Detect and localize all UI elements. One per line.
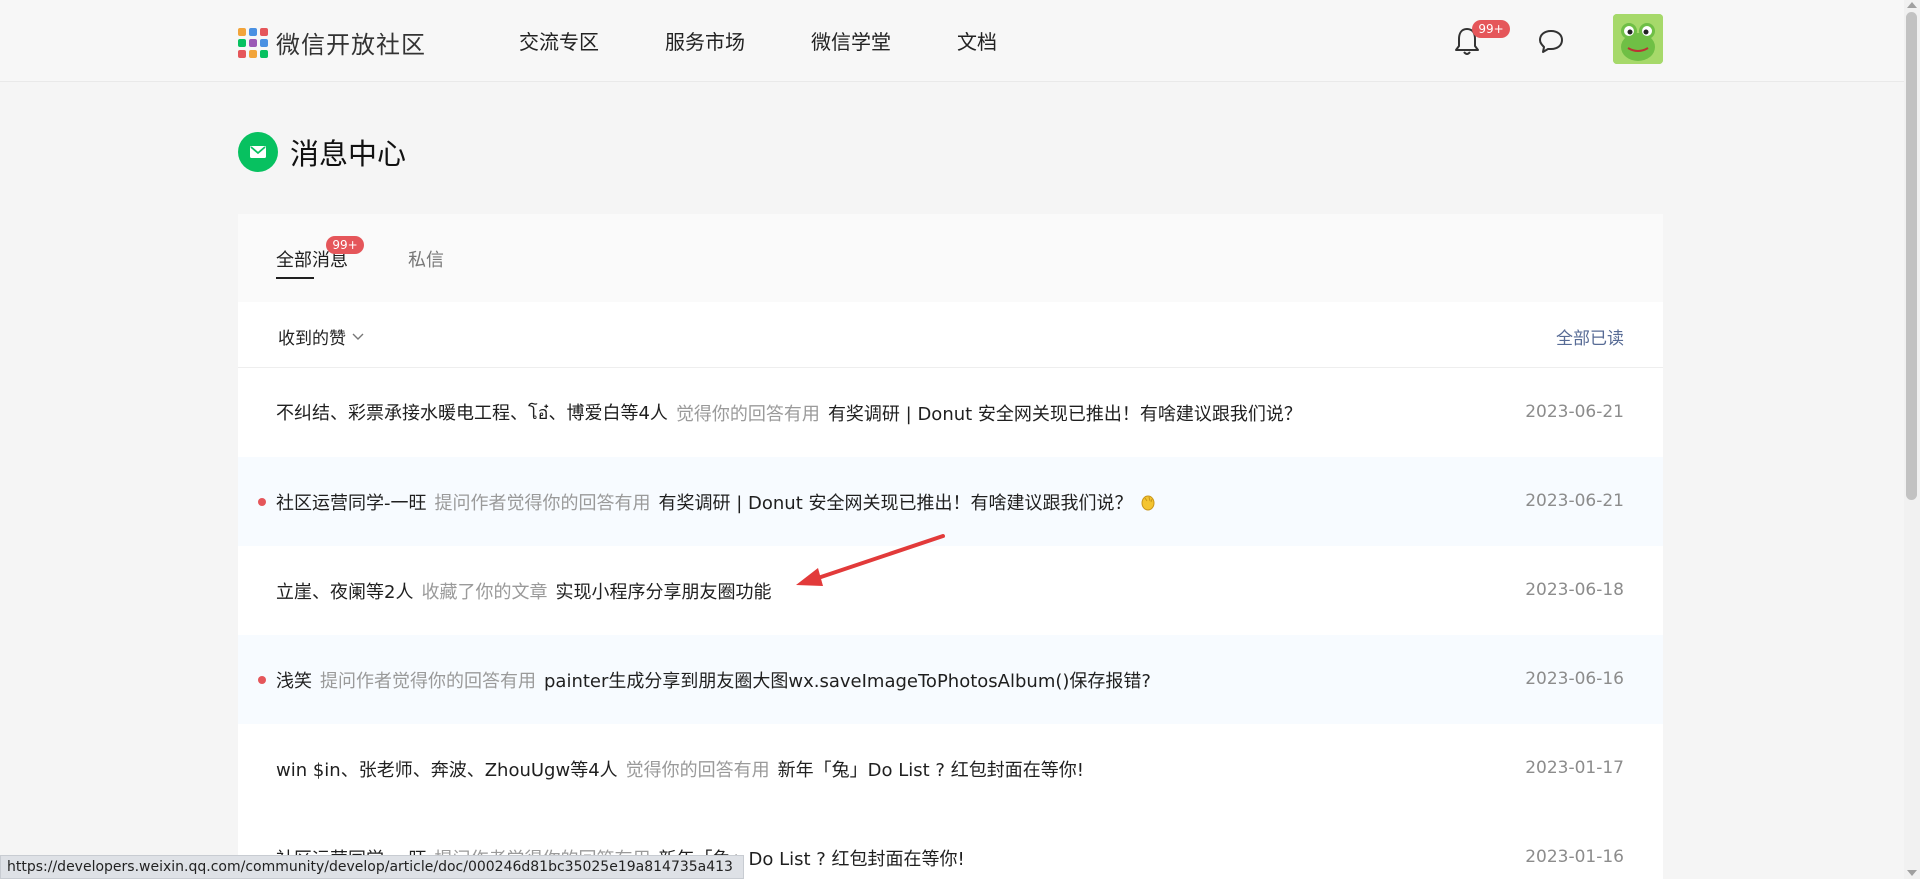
message-users[interactable]: 不纠结、彩票承接水暖电工程、โอ๋、博爱白等4人	[276, 398, 668, 427]
scroll-down-icon[interactable]	[1907, 870, 1917, 876]
red-arrow-annotation	[796, 534, 945, 586]
wechat-community-logo-icon	[238, 27, 268, 58]
nav-item-service-market[interactable]: 服务市场	[665, 26, 745, 55]
list-item[interactable]: 社区运营同学-一旺 提问作者觉得你的回答有用 有奖调研 | Donut 安全网关…	[238, 457, 1663, 546]
scroll-up-icon[interactable]	[1907, 2, 1917, 8]
page-header: 消息中心	[238, 131, 406, 173]
frog-avatar-icon	[1613, 14, 1663, 64]
page-title: 消息中心	[290, 137, 407, 171]
mark-all-read-link[interactable]: 全部已读	[1556, 324, 1624, 349]
message-list: 不纠结、彩票承接水暖电工程、โอ๋、博爱白等4人 觉得你的回答有用 有奖调研 |…	[238, 368, 1663, 879]
nav-item-exchange[interactable]: 交流专区	[519, 26, 599, 55]
avatar[interactable]	[1613, 14, 1663, 64]
brand[interactable]: 微信开放社区	[238, 25, 426, 60]
message-action: 觉得你的回答有用	[625, 759, 770, 781]
top-navigation: 微信开放社区 交流专区 服务市场 微信学堂 文档 99+	[0, 0, 1904, 82]
message-title[interactable]: painter生成分享到朋友圈大图wx.saveImageToPhotosAlb…	[544, 667, 1151, 693]
message-title[interactable]: 新年「兔」Do List ? 红包封面在等你!	[778, 756, 1084, 782]
message-action: 觉得你的回答有用	[675, 403, 820, 425]
main-nav: 交流专区 服务市场 微信学堂 文档	[519, 26, 997, 55]
brand-name: 微信开放社区	[276, 31, 426, 59]
list-item[interactable]: 不纠结、彩票承接水暖电工程、โอ๋、博爱白等4人 觉得你的回答有用 有奖调研 |…	[238, 368, 1663, 457]
message-date: 2023-06-21	[1525, 402, 1624, 422]
message-action: 提问作者觉得你的回答有用	[434, 492, 651, 514]
filter-bar: 收到的赞 全部已读	[238, 302, 1663, 368]
mail-icon	[238, 132, 278, 172]
nav-item-docs[interactable]: 文档	[957, 26, 997, 55]
all-messages-badge: 99+	[326, 236, 364, 254]
unread-dot	[258, 676, 266, 684]
filter-dropdown[interactable]: 收到的赞	[278, 324, 364, 349]
nav-item-academy[interactable]: 微信学堂	[811, 26, 891, 55]
filter-label: 收到的赞	[278, 329, 346, 349]
scrollbar-thumb[interactable]	[1906, 12, 1917, 500]
message-users[interactable]: 立崖、夜阑等2人	[276, 578, 413, 604]
list-item[interactable]: 浅笑 提问作者觉得你的回答有用 painter生成分享到朋友圈大图wx.save…	[238, 635, 1663, 724]
message-users[interactable]: win $in、张老师、奔波、ZhouUgw等4人	[276, 756, 618, 782]
message-card: 全部消息 99+ 私信 收到的赞 全部已读 不纠结、彩票承接水暖电工程、โอ๋、…	[238, 214, 1663, 879]
chevron-down-icon	[352, 333, 364, 340]
unread-dot	[258, 498, 266, 506]
message-date: 2023-06-21	[1525, 491, 1624, 511]
status-bar-url: https://developers.weixin.qq.com/communi…	[0, 855, 744, 879]
chat-icon[interactable]	[1537, 28, 1565, 54]
active-tab-indicator	[276, 277, 314, 279]
message-action: 提问作者觉得你的回答有用	[320, 670, 536, 692]
list-item[interactable]: win $in、张老师、奔波、ZhouUgw等4人 觉得你的回答有用 新年「兔」…	[238, 724, 1663, 813]
message-title[interactable]: 有奖调研 | Donut 安全网关现已推出！有啥建议跟我们说？	[659, 489, 1133, 515]
message-title[interactable]: 实现小程序分享朋友圈功能	[555, 578, 771, 604]
tab-private-messages[interactable]: 私信	[408, 246, 444, 272]
message-date: 2023-01-16	[1525, 847, 1624, 867]
message-date: 2023-06-18	[1525, 580, 1624, 600]
message-action: 收藏了你的文章	[421, 581, 548, 603]
notification-badge: 99+	[1472, 20, 1510, 38]
message-tabs: 全部消息 99+ 私信	[238, 214, 1663, 302]
message-users[interactable]: 社区运营同学-一旺	[276, 489, 427, 515]
list-item[interactable]: 立崖、夜阑等2人 收藏了你的文章 实现小程序分享朋友圈功能 2023-06-18	[238, 546, 1663, 635]
message-users[interactable]: 浅笑	[276, 667, 312, 693]
clap-emoji-icon	[1141, 495, 1155, 510]
message-date: 2023-06-16	[1525, 669, 1624, 689]
message-title[interactable]: 有奖调研 | Donut 安全网关现已推出！有啥建议跟我们说？	[828, 400, 1302, 426]
message-date: 2023-01-17	[1525, 758, 1624, 778]
